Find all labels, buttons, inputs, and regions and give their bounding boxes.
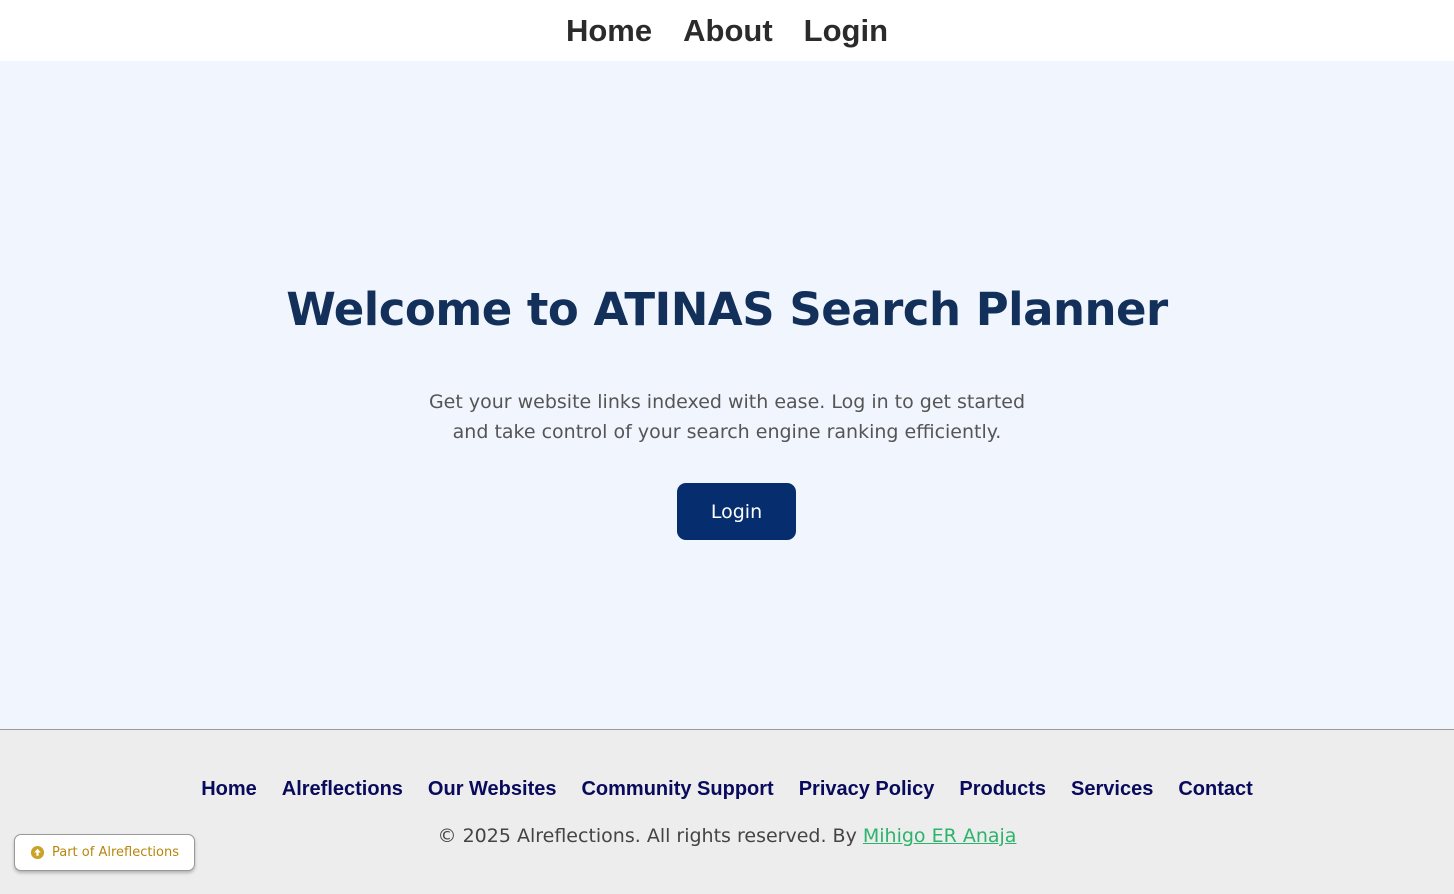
nav-home-link[interactable]: Home bbox=[566, 15, 652, 46]
login-button[interactable]: Login bbox=[677, 483, 796, 540]
author-link[interactable]: Mihigo ER Anaja bbox=[863, 825, 1017, 847]
footer-link-contact[interactable]: Contact bbox=[1178, 778, 1252, 801]
hero-description: Get your website links indexed with ease… bbox=[427, 387, 1027, 447]
footer-link-community-support[interactable]: Community Support bbox=[581, 778, 773, 801]
hero-description-line-1: Get your website links indexed with ease… bbox=[428, 391, 1026, 413]
alreflections-badge[interactable]: Part of Alreflections bbox=[14, 834, 195, 871]
upload-circle-icon bbox=[30, 845, 45, 860]
top-nav: Home About Login bbox=[0, 0, 1454, 61]
page-title: Welcome to ATINAS Search Planner bbox=[286, 283, 1168, 336]
footer-link-our-websites[interactable]: Our Websites bbox=[428, 778, 557, 801]
footer-link-alreflections[interactable]: Alreflections bbox=[282, 778, 403, 801]
nav-login-link[interactable]: Login bbox=[804, 15, 888, 46]
footer-link-services[interactable]: Services bbox=[1071, 778, 1153, 801]
footer: Home Alreflections Our Websites Communit… bbox=[0, 729, 1454, 894]
copyright-notice: © 2025 Alreflections. All rights reserve… bbox=[0, 825, 1454, 847]
footer-link-privacy-policy[interactable]: Privacy Policy bbox=[799, 778, 935, 801]
hero-description-line-2: and take control of your search engine r… bbox=[452, 421, 1002, 443]
footer-link-home[interactable]: Home bbox=[201, 778, 257, 801]
hero-section: Welcome to ATINAS Search Planner Get you… bbox=[0, 61, 1454, 729]
footer-nav: Home Alreflections Our Websites Communit… bbox=[0, 778, 1454, 801]
footer-link-products[interactable]: Products bbox=[959, 778, 1046, 801]
nav-about-link[interactable]: About bbox=[683, 15, 773, 46]
copyright-text: © 2025 Alreflections. All rights reserve… bbox=[437, 825, 863, 847]
badge-label: Part of Alreflections bbox=[51, 845, 180, 860]
